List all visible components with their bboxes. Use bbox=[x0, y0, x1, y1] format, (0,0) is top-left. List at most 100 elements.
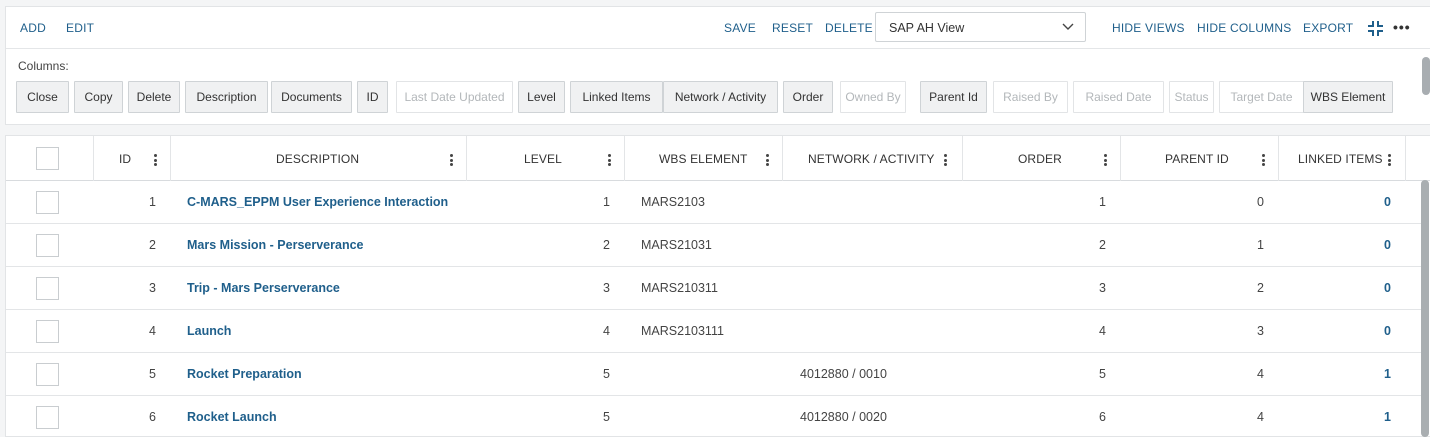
header-description[interactable]: DESCRIPTION bbox=[171, 136, 467, 181]
header-order-label: ORDER bbox=[1018, 152, 1062, 166]
cell-id: 1 bbox=[149, 195, 156, 209]
column-menu-icon[interactable] bbox=[1388, 154, 1391, 166]
header-select bbox=[6, 136, 94, 181]
row-checkbox[interactable] bbox=[36, 363, 59, 386]
row-checkbox[interactable] bbox=[36, 277, 59, 300]
column-chip-owned-by[interactable]: Owned By bbox=[840, 81, 906, 113]
column-menu-icon[interactable] bbox=[450, 154, 453, 166]
cell-wbs-element: MARS21031 bbox=[641, 238, 712, 252]
columns-label: Columns: bbox=[18, 59, 69, 73]
table-row[interactable]: 1 C-MARS_EPPM User Experience Interaction… bbox=[6, 181, 1424, 224]
cell-order: 2 bbox=[1099, 238, 1106, 252]
toolbar: ADD EDIT SAVE RESET DELETE SAP AH View H… bbox=[6, 7, 1430, 49]
view-controls-panel: ADD EDIT SAVE RESET DELETE SAP AH View H… bbox=[5, 6, 1430, 125]
column-menu-icon[interactable] bbox=[766, 154, 769, 166]
cell-level: 3 bbox=[603, 281, 610, 295]
cell-description-link[interactable]: Mars Mission - Perserverance bbox=[187, 238, 363, 252]
column-chip-level[interactable]: Level bbox=[518, 81, 565, 113]
column-chip-raised-date[interactable]: Raised Date bbox=[1073, 81, 1164, 113]
column-menu-icon[interactable] bbox=[1104, 154, 1107, 166]
panel-scrollbar[interactable] bbox=[1422, 57, 1430, 95]
column-menu-icon[interactable] bbox=[154, 154, 157, 166]
data-grid: ID DESCRIPTION LEVEL WBS ELEMENT NETWORK… bbox=[5, 135, 1430, 437]
cell-order: 3 bbox=[1099, 281, 1106, 295]
header-parent-id[interactable]: PARENT ID bbox=[1121, 136, 1279, 181]
view-select[interactable]: SAP AH View bbox=[875, 12, 1086, 42]
cell-level: 4 bbox=[603, 324, 610, 338]
cell-linked-items-link[interactable]: 0 bbox=[1279, 281, 1391, 295]
cell-linked-items-link[interactable]: 0 bbox=[1279, 324, 1391, 338]
column-chip-linked-items[interactable]: Linked Items bbox=[570, 81, 663, 113]
cell-level: 2 bbox=[603, 238, 610, 252]
collapse-icon[interactable] bbox=[1367, 20, 1384, 37]
column-chip-id[interactable]: ID bbox=[357, 81, 388, 113]
column-chip-copy[interactable]: Copy bbox=[74, 81, 123, 113]
header-description-label: DESCRIPTION bbox=[276, 152, 360, 166]
table-row[interactable]: 5 Rocket Preparation 5 4012880 / 0010 5 4 1 bbox=[6, 353, 1424, 396]
cell-linked-items-link[interactable]: 0 bbox=[1279, 238, 1391, 252]
cell-description-link[interactable]: C-MARS_EPPM User Experience Interaction bbox=[187, 195, 448, 209]
edit-button[interactable]: EDIT bbox=[66, 21, 94, 35]
row-checkbox[interactable] bbox=[36, 234, 59, 257]
column-chip-last-date-updated[interactable]: Last Date Updated bbox=[396, 81, 513, 113]
cell-order: 1 bbox=[1099, 195, 1106, 209]
header-network-label: NETWORK / ACTIVITY bbox=[808, 152, 935, 166]
cell-id: 3 bbox=[149, 281, 156, 295]
table-row[interactable]: 3 Trip - Mars Perserverance 3 MARS210311 3 2 0 bbox=[6, 267, 1424, 310]
cell-description-link[interactable]: Rocket Launch bbox=[187, 410, 277, 424]
column-chip-status[interactable]: Status bbox=[1169, 81, 1214, 113]
column-chip-network-activity[interactable]: Network / Activity bbox=[663, 81, 778, 113]
column-menu-icon[interactable] bbox=[608, 154, 611, 166]
grid-header: ID DESCRIPTION LEVEL WBS ELEMENT NETWORK… bbox=[6, 136, 1430, 181]
column-chip-description[interactable]: Description bbox=[185, 81, 268, 113]
more-options-icon[interactable]: ••• bbox=[1393, 19, 1411, 35]
column-chip-raised-by[interactable]: Raised By bbox=[993, 81, 1068, 113]
cell-linked-items-link[interactable]: 0 bbox=[1279, 195, 1391, 209]
column-chip-target-date[interactable]: Target Date bbox=[1219, 81, 1304, 113]
cell-id: 4 bbox=[149, 324, 156, 338]
cell-network-activity: 4012880 / 0020 bbox=[800, 410, 887, 424]
cell-network-activity: 4012880 / 0010 bbox=[800, 367, 887, 381]
cell-linked-items-link[interactable]: 1 bbox=[1279, 367, 1391, 381]
cell-wbs-element: MARS2103 bbox=[641, 195, 705, 209]
header-network-activity[interactable]: NETWORK / ACTIVITY bbox=[783, 136, 963, 181]
column-chip-parent-id[interactable]: Parent Id bbox=[920, 81, 987, 113]
reset-button[interactable]: RESET bbox=[772, 21, 813, 35]
header-order[interactable]: ORDER bbox=[963, 136, 1121, 181]
header-id[interactable]: ID bbox=[94, 136, 171, 181]
chevron-down-icon bbox=[1062, 23, 1074, 30]
delete-button[interactable]: DELETE bbox=[825, 21, 873, 35]
add-button[interactable]: ADD bbox=[20, 21, 46, 35]
column-chip-wbs-element[interactable]: WBS Element bbox=[1303, 81, 1393, 113]
cell-description-link[interactable]: Rocket Preparation bbox=[187, 367, 302, 381]
cell-order: 5 bbox=[1099, 367, 1106, 381]
table-row[interactable]: 6 Rocket Launch 5 4012880 / 0020 6 4 1 bbox=[6, 396, 1424, 437]
hide-columns-button[interactable]: HIDE COLUMNS bbox=[1197, 21, 1291, 35]
grid-scrollbar[interactable] bbox=[1421, 180, 1429, 437]
header-linked-items[interactable]: LINKED ITEMS bbox=[1279, 136, 1406, 181]
column-chip-order[interactable]: Order bbox=[783, 81, 833, 113]
cell-description-link[interactable]: Trip - Mars Perserverance bbox=[187, 281, 340, 295]
cell-wbs-element: MARS2103111 bbox=[641, 324, 724, 338]
row-checkbox[interactable] bbox=[36, 191, 59, 214]
column-chip-documents[interactable]: Documents bbox=[271, 81, 352, 113]
cell-linked-items-link[interactable]: 1 bbox=[1279, 410, 1391, 424]
column-chip-delete[interactable]: Delete bbox=[128, 81, 180, 113]
export-button[interactable]: EXPORT bbox=[1303, 21, 1353, 35]
row-checkbox[interactable] bbox=[36, 320, 59, 343]
row-checkbox[interactable] bbox=[36, 406, 59, 429]
cell-parent-id: 4 bbox=[1257, 410, 1264, 424]
cell-description-link[interactable]: Launch bbox=[187, 324, 231, 338]
select-all-checkbox[interactable] bbox=[36, 147, 59, 170]
hide-views-button[interactable]: HIDE VIEWS bbox=[1112, 21, 1185, 35]
column-menu-icon[interactable] bbox=[1262, 154, 1265, 166]
column-chip-close[interactable]: Close bbox=[16, 81, 69, 113]
header-wbs-element[interactable]: WBS ELEMENT bbox=[625, 136, 783, 181]
header-wbs-label: WBS ELEMENT bbox=[659, 152, 748, 166]
table-row[interactable]: 2 Mars Mission - Perserverance 2 MARS21031 2… bbox=[6, 224, 1424, 267]
cell-id: 6 bbox=[149, 410, 156, 424]
column-menu-icon[interactable] bbox=[944, 154, 947, 166]
save-button[interactable]: SAVE bbox=[724, 21, 756, 35]
header-level[interactable]: LEVEL bbox=[467, 136, 625, 181]
table-row[interactable]: 4 Launch 4 MARS2103111 4 3 0 bbox=[6, 310, 1424, 353]
